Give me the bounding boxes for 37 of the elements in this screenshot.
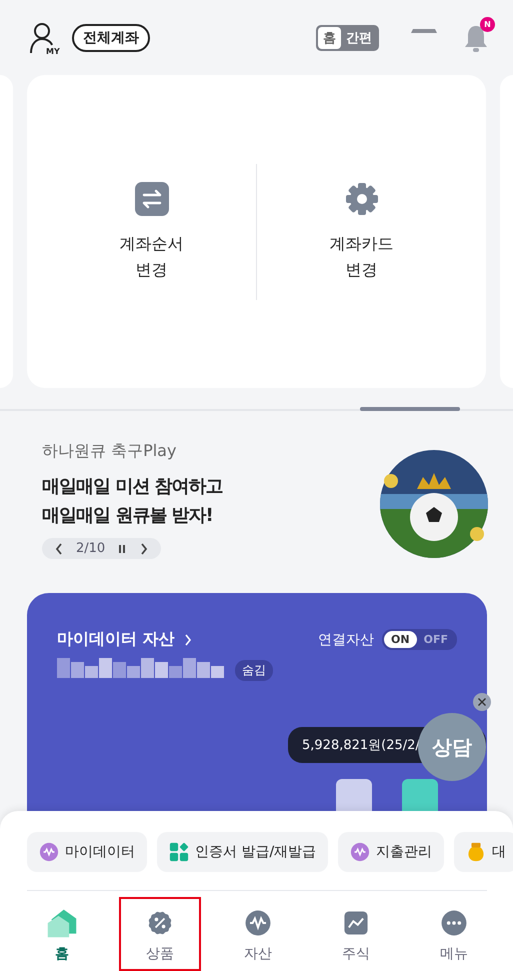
on-off-toggle[interactable]: ON OFF	[382, 629, 457, 650]
pouch-icon	[466, 842, 486, 862]
toggle-label: 연결자산	[318, 630, 374, 648]
banner-title[interactable]: 매일매일 미션 참여하고 매일매일 원큐볼 받자!	[42, 472, 379, 530]
nav-tab[interactable]: 메뉴	[413, 897, 495, 971]
minimize-icon[interactable]	[409, 26, 439, 34]
toggle-option[interactable]: OFF	[416, 631, 455, 648]
next-icon[interactable]	[139, 542, 150, 556]
close-icon[interactable]	[472, 692, 492, 712]
nav-tab[interactable]: 주식	[315, 897, 397, 971]
shortcut-label[interactable]: 계좌순서 변경	[120, 230, 184, 282]
mode-option[interactable]: 간편	[341, 26, 377, 48]
toggle-option[interactable]: ON	[384, 631, 417, 648]
nav-tab[interactable]: 자산	[217, 897, 299, 971]
house-icon	[46, 907, 78, 939]
hide-button[interactable]: 숨김	[235, 660, 273, 680]
chevron-icon[interactable]	[182, 632, 193, 646]
gear-icon[interactable]	[344, 180, 380, 216]
mode-option[interactable]: 홈	[318, 26, 341, 48]
banner-subtitle: 하나원큐 축구Play	[42, 441, 178, 462]
quick-menu-chip[interactable]: 마이데이터	[27, 832, 147, 872]
mode-toggle[interactable]: 홈 간편	[316, 24, 379, 50]
swap-icon[interactable]	[134, 180, 170, 216]
quick-menu-chip[interactable]: 지출관리	[338, 832, 444, 872]
previous-icon[interactable]	[54, 542, 64, 556]
blocks-icon	[169, 842, 189, 862]
notification-badge: N	[480, 16, 495, 32]
quick-menu-chip[interactable]: 대	[454, 832, 513, 872]
nav-tab[interactable]: 홈	[21, 897, 103, 971]
quick-menu-chip[interactable]: 인증서 발급/재발급	[157, 832, 328, 872]
shortcut-label[interactable]: 계좌카드 변경	[330, 230, 394, 282]
mydata-title-link[interactable]: 마이데이터 자산	[57, 629, 175, 650]
won-icon	[350, 842, 370, 862]
nav-tab[interactable]: 상품	[119, 897, 201, 971]
all-accounts-button[interactable]: 전체계좌	[72, 24, 150, 52]
page-counter: 2/10	[76, 541, 106, 556]
won-icon	[39, 842, 59, 862]
